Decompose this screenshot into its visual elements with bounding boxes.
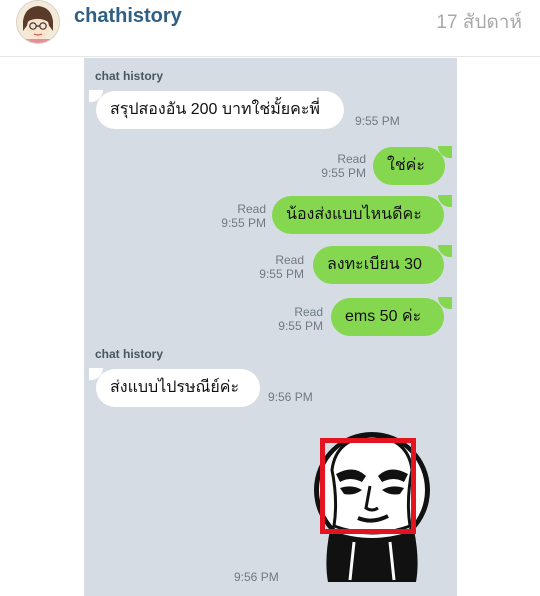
read-receipt: Read	[275, 253, 304, 267]
message-time: 9:56 PM	[234, 570, 279, 584]
outgoing-message-bubble: ems 50 ค่ะ	[331, 298, 444, 336]
incoming-message-bubble: ส่งแบบไปรษณีย์ค่ะ	[96, 369, 260, 407]
header-divider	[0, 56, 540, 57]
post-image[interactable]: chat history สรุปสองอัน 200 บาทใช่มั้ยคะ…	[84, 58, 457, 596]
message-time: 9:55 PM	[321, 166, 366, 180]
outgoing-message-bubble: น้องส่งแบบไหนดีคะ	[272, 196, 444, 234]
message-time: 9:55 PM	[278, 319, 323, 333]
read-receipt: Read	[294, 305, 323, 319]
message-time: 9:56 PM	[268, 390, 313, 404]
username-link[interactable]: chathistory	[74, 5, 182, 28]
message-time: 9:55 PM	[355, 114, 400, 128]
read-receipt: Read	[337, 152, 366, 166]
message-time: 9:55 PM	[259, 267, 304, 281]
avatar[interactable]	[16, 0, 60, 44]
post-timestamp[interactable]: 17 สัปดาห์	[436, 7, 522, 37]
cartoon-girl-avatar-icon	[17, 1, 59, 43]
incoming-message-bubble: สรุปสองอัน 200 บาทใช่มั้ยคะพี่	[96, 91, 344, 129]
message-time: 9:55 PM	[221, 216, 266, 230]
read-receipt: Read	[237, 202, 266, 216]
outgoing-message-bubble: ใช่ค่ะ	[373, 147, 445, 185]
sender-name: chat history	[95, 347, 164, 361]
post-header: chathistory 17 สัปดาห์	[0, 0, 540, 50]
outgoing-message-bubble: ลงทะเบียน 30	[313, 246, 444, 284]
sticker-highlight-frame	[320, 438, 416, 534]
sender-name: chat history	[95, 69, 164, 83]
